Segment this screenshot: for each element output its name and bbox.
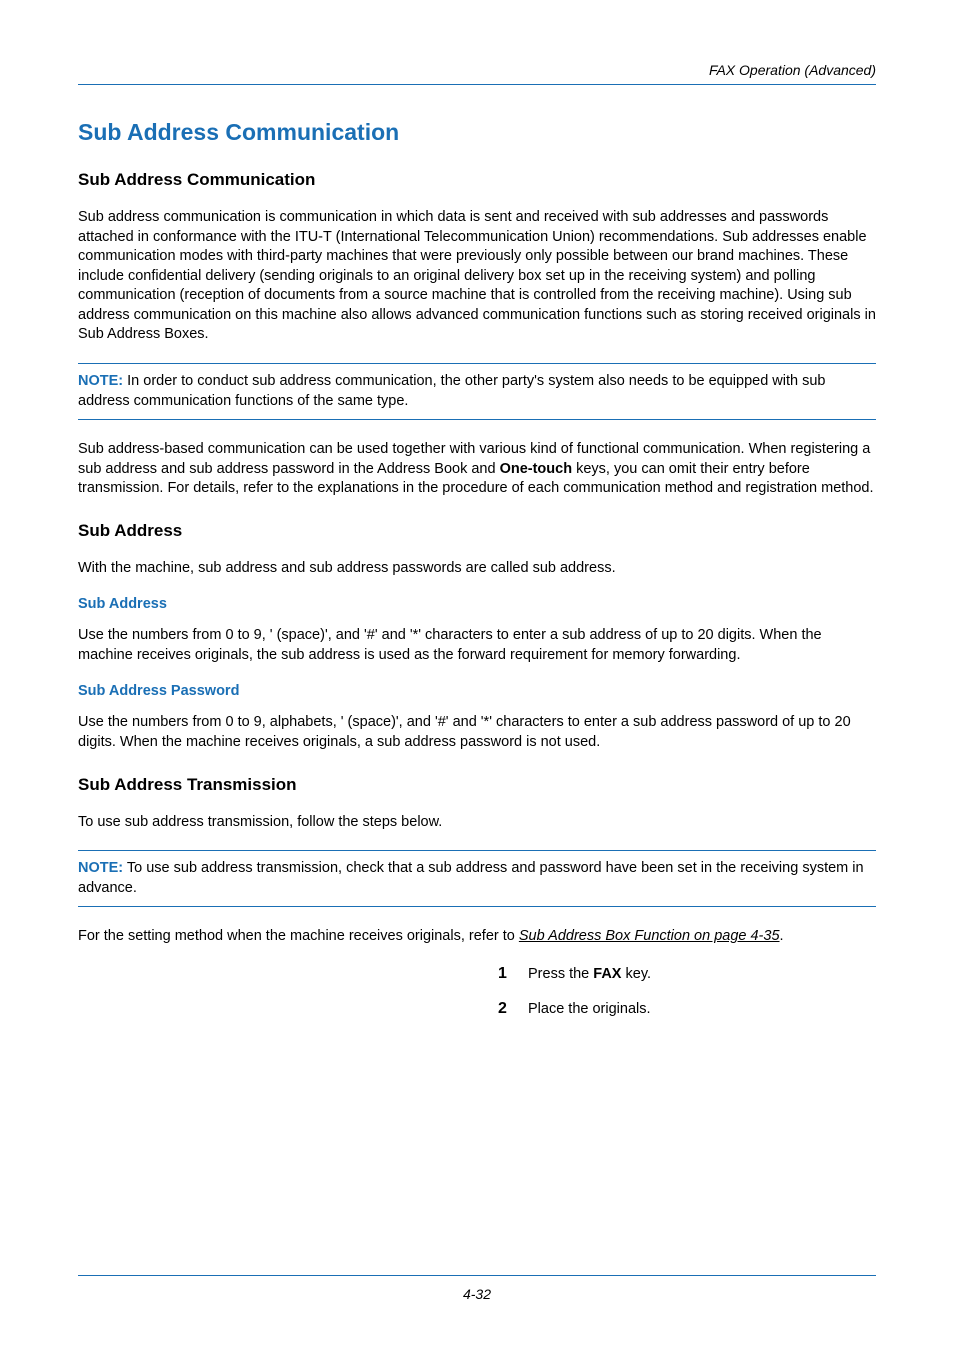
note-label: NOTE: (78, 860, 123, 876)
sec1-paragraph: Sub address communication is communicati… (78, 208, 876, 345)
sec2-sub1-paragraph: Use the numbers from 0 to 9, ' (space)',… (78, 626, 876, 665)
cross-reference-link[interactable]: Sub Address Box Function on page 4-35 (519, 928, 780, 944)
sec2-paragraph: With the machine, sub address and sub ad… (78, 559, 876, 579)
sec2-sub2-paragraph: Use the numbers from 0 to 9, alphabets, … (78, 713, 876, 752)
step-text: Place the originals. (528, 1000, 651, 1020)
sub-heading-sub-address-password: Sub Address Password (78, 683, 876, 699)
section-heading-sub-address: Sub Address (78, 521, 876, 541)
steps-list: 1 Press the FAX key. 2 Place the origina… (498, 963, 876, 1020)
running-head: FAX Operation (Advanced) (78, 62, 876, 85)
note-text: To use sub address transmission, check t… (78, 860, 864, 896)
step-number: 2 (498, 998, 528, 1020)
sec1-paragraph-2: Sub address-based communication can be u… (78, 440, 876, 499)
step-1: 1 Press the FAX key. (498, 963, 876, 985)
note-box-1: NOTE: In order to conduct sub address co… (78, 363, 876, 420)
sec3-paragraph: To use sub address transmission, follow … (78, 813, 876, 833)
section-heading-sub-address-communication: Sub Address Communication (78, 170, 876, 190)
sub-heading-sub-address: Sub Address (78, 596, 876, 612)
section-heading-sub-address-transmission: Sub Address Transmission (78, 775, 876, 795)
step-2: 2 Place the originals. (498, 998, 876, 1020)
page-number: 4-32 (78, 1275, 876, 1302)
step-number: 1 (498, 963, 528, 985)
note-box-2: NOTE: To use sub address transmission, c… (78, 850, 876, 907)
note-text: In order to conduct sub address communic… (78, 373, 826, 409)
sec3-paragraph-2: For the setting method when the machine … (78, 927, 876, 947)
step-text: Press the FAX key. (528, 965, 651, 985)
note-label: NOTE: (78, 373, 123, 389)
page-title: Sub Address Communication (78, 119, 876, 146)
